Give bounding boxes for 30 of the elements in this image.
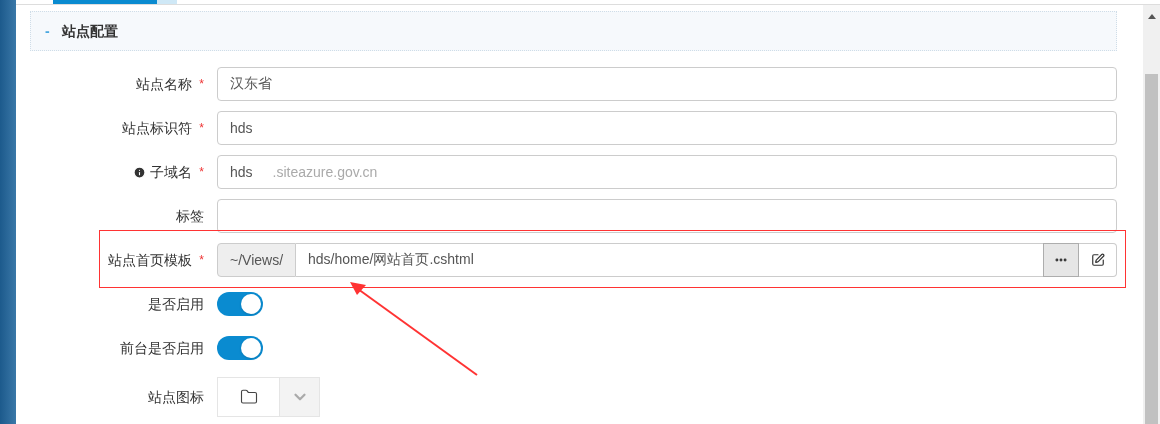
toggle-switch[interactable] xyxy=(217,292,263,316)
field-label: 是否启用 xyxy=(148,295,204,314)
required-mark: * xyxy=(199,120,204,136)
section-title: 站点配置 xyxy=(61,22,118,41)
icon-picker[interactable] xyxy=(217,377,320,417)
toggle-switch[interactable] xyxy=(217,336,263,360)
edit-icon xyxy=(1090,253,1105,267)
template-field[interactable]: hds/home/网站首页.cshtml xyxy=(296,243,1043,277)
field-label: 站点标识符 xyxy=(122,119,193,138)
text-field[interactable] xyxy=(217,199,1117,233)
required-mark: * xyxy=(199,76,204,92)
field-label: 标签 xyxy=(176,207,204,226)
field-label: 前台是否启用 xyxy=(120,339,204,358)
folder-icon xyxy=(239,388,258,406)
required-mark: * xyxy=(199,252,204,268)
field-label: 站点名称 xyxy=(136,75,193,94)
subdomain-field[interactable]: hds .siteazure.gov.cn xyxy=(217,155,1117,189)
scroll-up-icon xyxy=(1147,14,1156,19)
text-field[interactable]: hds xyxy=(217,111,1117,145)
field-label: 站点图标 xyxy=(148,388,204,407)
required-mark: * xyxy=(199,164,204,180)
edit-button[interactable] xyxy=(1079,243,1117,277)
domain-suffix: .siteazure.gov.cn xyxy=(272,163,378,182)
field-label: 子域名 xyxy=(150,163,193,182)
field-label: 站点首页模板 xyxy=(108,251,193,270)
text-field[interactable]: 汉东省 xyxy=(217,67,1117,101)
path-prefix: ~/Views/ xyxy=(217,243,297,277)
section-header[interactable]: - 站点配置 xyxy=(30,11,1117,51)
scrollbar[interactable] xyxy=(1143,5,1160,424)
subdomain-value: hds xyxy=(230,163,253,182)
